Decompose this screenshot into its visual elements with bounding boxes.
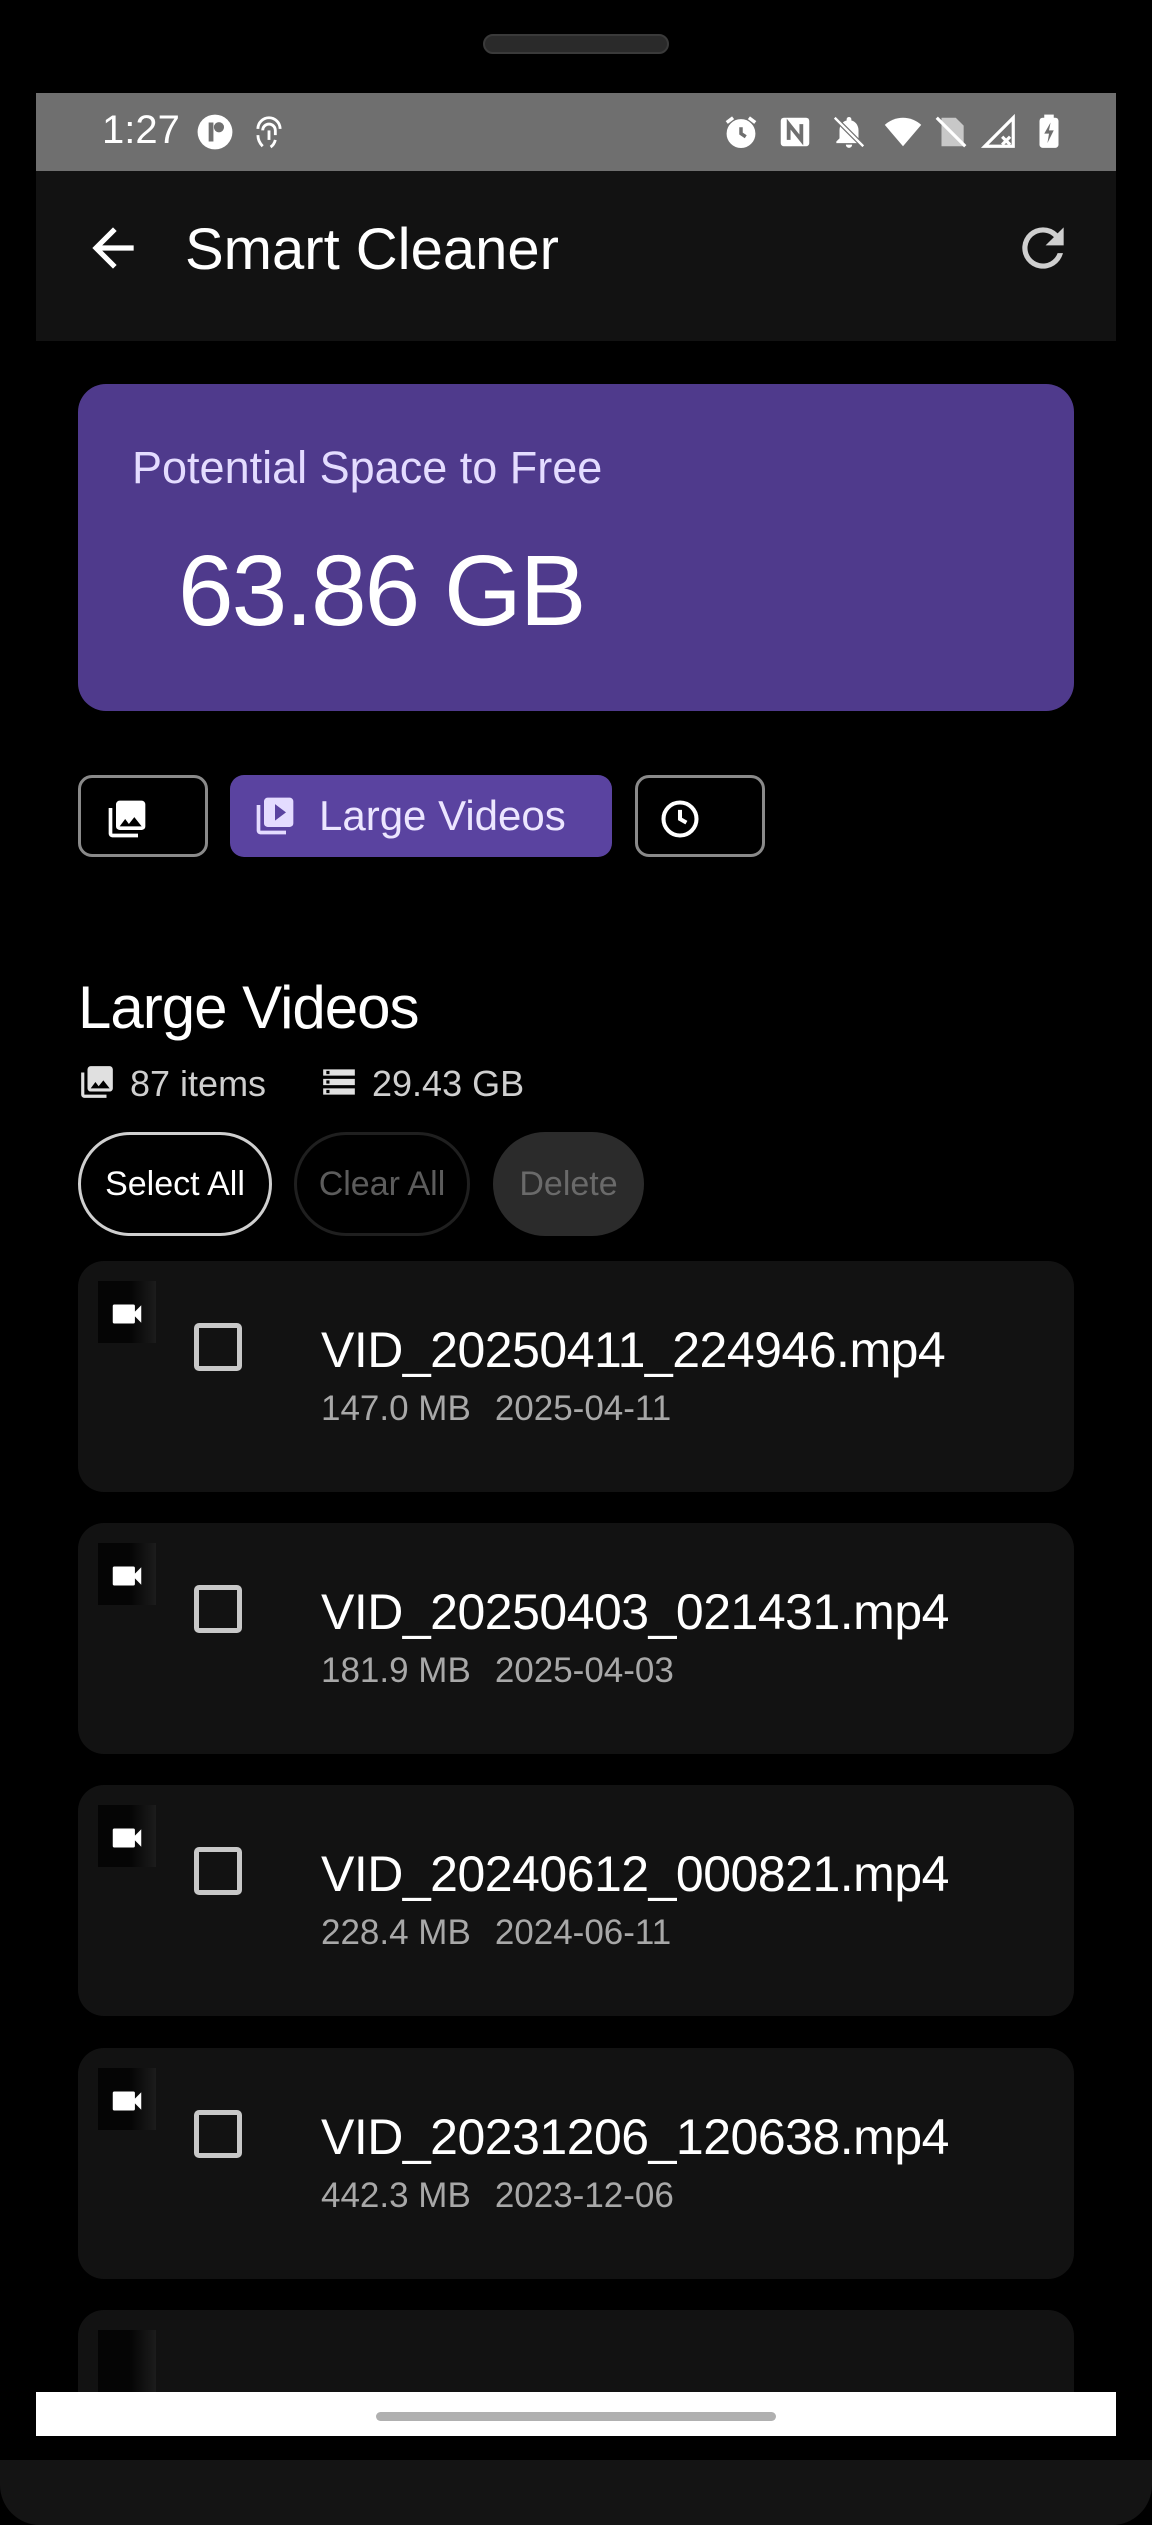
storage-icon [320, 1063, 358, 1101]
file-info: 147.0 MB 2025-04-11 [321, 1389, 671, 1429]
summary-value: 63.86 GB [178, 535, 587, 647]
videocam-icon [112, 1828, 142, 1848]
video-thumbnail [98, 1805, 156, 1867]
app-notification-icon [196, 113, 234, 151]
video-thumbnail [98, 1543, 156, 1605]
total-size-text: 29.43 GB [372, 1063, 525, 1104]
photo-library-icon [105, 797, 149, 841]
file-name: VID_20231206_120638.mp4 [321, 2109, 949, 2165]
file-size: 228.4 MB [321, 1913, 471, 1952]
file-date: 2024-06-11 [494, 1913, 672, 1952]
file-name: VID_20250411_224946.mp4 [321, 1322, 946, 1378]
file-date: 2025-04-03 [494, 1651, 674, 1690]
page-title: Smart Cleaner [185, 217, 559, 282]
phone-chin [0, 2460, 1152, 2525]
nfc-icon [776, 113, 814, 151]
wifi-icon [884, 113, 922, 151]
list-item[interactable]: VID_20240612_000821.mp4 228.4 MB 2024-06-… [78, 1785, 1074, 2016]
refresh-icon[interactable] [1012, 217, 1074, 279]
filter-chip-label: Large Videos [319, 792, 566, 839]
mute-icon [830, 113, 868, 151]
earpiece-speaker [483, 34, 669, 54]
list-item[interactable]: VID_20231206_120638.mp4 442.3 MB 2023-12-… [78, 2048, 1074, 2279]
home-handle[interactable] [376, 2412, 776, 2421]
item-checkbox[interactable] [194, 1847, 242, 1895]
app-bar: Smart Cleaner [36, 171, 1116, 341]
clock-icon [658, 797, 702, 841]
file-date: 2025-04-11 [494, 1389, 672, 1428]
clear-all-button[interactable]: Clear All [294, 1132, 470, 1236]
list-item[interactable]: VID_20250411_224946.mp4 147.0 MB 2025-04-… [78, 1261, 1074, 1492]
file-size: 147.0 MB [321, 1389, 471, 1428]
screen: 1:27 Smart Cleaner Potential Space to Fr… [36, 93, 1116, 2436]
videocam-icon [112, 1304, 142, 1324]
videocam-icon [112, 1566, 142, 1586]
status-bar: 1:27 [36, 93, 1116, 171]
item-checkbox[interactable] [194, 1585, 242, 1633]
arrow-back-icon[interactable] [82, 217, 144, 279]
file-size: 181.9 MB [321, 1651, 471, 1690]
fingerprint-icon [250, 113, 288, 151]
filter-chip-old-files[interactable] [635, 775, 765, 857]
photo-library-icon [78, 1063, 116, 1101]
filter-chip-large-videos[interactable]: Large Videos [230, 775, 612, 857]
total-size: 29.43 GB [320, 1061, 560, 1105]
space-summary-card: Potential Space to Free 63.86 GB [78, 384, 1074, 711]
file-size: 442.3 MB [321, 2176, 471, 2215]
section-title: Large Videos [78, 974, 419, 1041]
no-sim-icon [932, 113, 970, 151]
video-library-icon [253, 794, 297, 838]
file-info: 228.4 MB 2024-06-11 [321, 1913, 671, 1953]
alarm-icon [722, 113, 760, 151]
videocam-icon [112, 2091, 142, 2111]
file-info: 181.9 MB 2025-04-03 [321, 1651, 674, 1691]
video-thumbnail [98, 1281, 156, 1343]
summary-label: Potential Space to Free [132, 442, 603, 493]
video-thumbnail [98, 2068, 156, 2130]
delete-button[interactable]: Delete [493, 1132, 644, 1236]
item-count: 87 items [78, 1061, 278, 1105]
select-all-button[interactable]: Select All [78, 1132, 272, 1236]
file-name: VID_20250403_021431.mp4 [321, 1584, 949, 1640]
phone-frame: 1:27 Smart Cleaner Potential Space to Fr… [0, 0, 1152, 2525]
video-thumbnail [98, 2330, 156, 2392]
battery-charging-icon [1030, 113, 1068, 151]
item-checkbox[interactable] [194, 2110, 242, 2158]
status-time: 1:27 [102, 108, 180, 152]
filter-chip-photos[interactable] [78, 775, 208, 857]
item-count-text: 87 items [130, 1063, 267, 1104]
file-info: 442.3 MB 2023-12-06 [321, 2176, 674, 2216]
item-checkbox[interactable] [194, 1323, 242, 1371]
signal-off-icon [980, 113, 1018, 151]
file-name: VID_20240612_000821.mp4 [321, 1846, 949, 1902]
list-item[interactable]: VID_20250403_021431.mp4 181.9 MB 2025-04-… [78, 1523, 1074, 1754]
gesture-nav-bar [36, 2392, 1116, 2436]
file-date: 2023-12-06 [494, 2176, 674, 2215]
